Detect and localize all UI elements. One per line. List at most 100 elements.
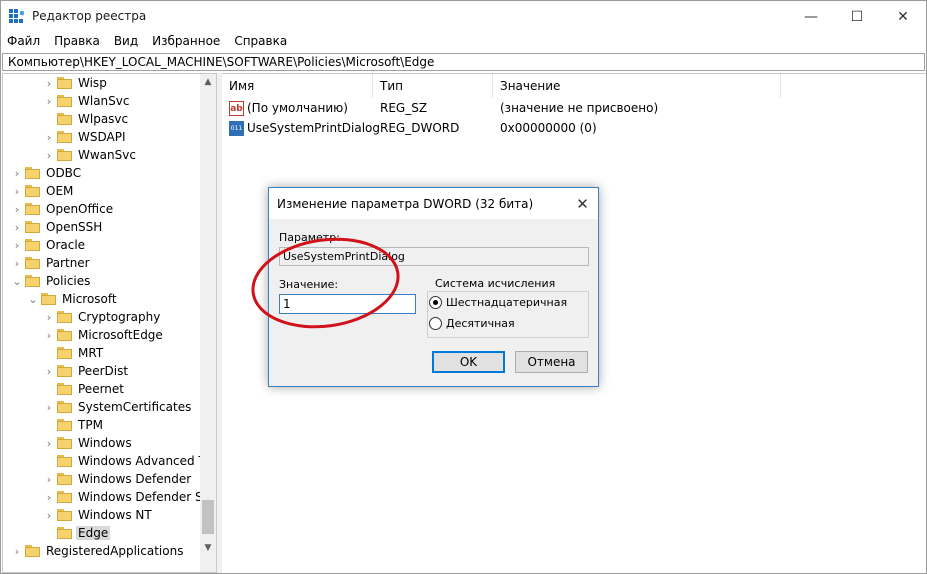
menu-favorites[interactable]: Избранное — [145, 32, 227, 52]
column-header-value[interactable]: Значение — [493, 74, 781, 98]
cancel-button[interactable]: Отмена — [515, 351, 588, 373]
chevron-right-icon[interactable]: › — [43, 470, 55, 488]
tree-item[interactable]: Wlpasvc — [43, 110, 130, 128]
chevron-right-icon[interactable]: › — [11, 542, 23, 560]
chevron-right-icon[interactable]: › — [43, 92, 55, 110]
tree-item[interactable]: ⌄ Microsoft — [27, 290, 119, 308]
tree-item-label: RegisteredApplications — [46, 544, 184, 558]
column-header-name[interactable]: Имя — [222, 74, 373, 98]
chevron-right-icon[interactable]: › — [11, 254, 23, 272]
value-name: UseSystemPrintDialog — [247, 121, 380, 135]
radio-decimal[interactable]: Десятичная — [429, 317, 515, 330]
value-data-input[interactable] — [279, 294, 416, 314]
chevron-right-icon[interactable]: › — [43, 488, 55, 506]
menu-file[interactable]: Файл — [1, 32, 47, 52]
chevron-right-icon[interactable]: › — [43, 128, 55, 146]
tree-item[interactable]: › ODBC — [11, 164, 83, 182]
list-item[interactable]: 011 UseSystemPrintDialog REG_DWORD 0x000… — [222, 119, 922, 139]
tree-item[interactable]: › Windows Defender — [43, 470, 193, 488]
chevron-right-icon[interactable]: › — [11, 218, 23, 236]
chevron-right-icon[interactable]: › — [43, 74, 55, 92]
folder-icon — [41, 293, 56, 305]
folder-icon — [25, 257, 40, 269]
menu-view[interactable]: Вид — [107, 32, 145, 52]
tree-item[interactable]: › OEM — [11, 182, 75, 200]
folder-icon — [57, 365, 72, 377]
chevron-right-icon[interactable]: › — [11, 182, 23, 200]
dialog-title-bar: Изменение параметра DWORD (32 бита) ✕ — [269, 188, 598, 219]
chevron-right-icon[interactable]: › — [43, 434, 55, 452]
chevron-right-icon[interactable]: › — [43, 506, 55, 524]
value-name: (По умолчанию) — [247, 101, 348, 115]
tree-item-label: MRT — [78, 346, 104, 360]
tree-item[interactable]: › Oracle — [11, 236, 87, 254]
folder-icon — [57, 149, 72, 161]
chevron-right-icon[interactable]: › — [43, 398, 55, 416]
registry-editor-icon — [9, 9, 24, 23]
tree-item-label: MicrosoftEdge — [78, 328, 163, 342]
tree-item[interactable]: › Partner — [11, 254, 92, 272]
tree-item[interactable]: › OpenOffice — [11, 200, 115, 218]
scroll-up-arrow-icon[interactable]: ▲ — [200, 74, 216, 90]
chevron-right-icon[interactable]: › — [11, 236, 23, 254]
radio-checked-icon[interactable] — [429, 296, 442, 309]
address-bar[interactable]: Компьютер\HKEY_LOCAL_MACHINE\SOFTWARE\Po… — [2, 53, 925, 71]
value-type: REG_SZ — [380, 101, 428, 115]
maximize-button[interactable]: ☐ — [834, 1, 880, 32]
tree-scrollbar[interactable]: ▲ ▼ — [200, 74, 216, 572]
menu-help[interactable]: Справка — [227, 32, 294, 52]
chevron-down-icon[interactable]: ⌄ — [11, 272, 23, 290]
tree-item[interactable]: Edge — [43, 524, 111, 542]
radio-unchecked-icon[interactable] — [429, 317, 442, 330]
tree-item-label: Windows Defender Secu — [78, 490, 217, 504]
base-group-title: Система исчисления — [432, 277, 559, 290]
close-window-button[interactable]: ✕ — [880, 1, 926, 32]
list-item[interactable]: ab (По умолчанию) REG_SZ (значение не пр… — [222, 99, 922, 119]
folder-icon — [57, 473, 72, 485]
tree-item[interactable]: › Windows — [43, 434, 134, 452]
tree-item-label: OpenSSH — [46, 220, 103, 234]
tree-item[interactable]: › WSDAPI — [43, 128, 128, 146]
chevron-down-icon[interactable]: ⌄ — [27, 290, 39, 308]
folder-icon — [57, 77, 72, 89]
folder-icon — [25, 239, 40, 251]
chevron-right-icon[interactable]: › — [43, 146, 55, 164]
tree-item[interactable]: Peernet — [43, 380, 126, 398]
scroll-down-arrow-icon[interactable]: ▼ — [200, 540, 216, 556]
folder-icon — [57, 113, 72, 125]
tree-item[interactable]: › Windows NT — [43, 506, 154, 524]
tree-item-label: OEM — [46, 184, 74, 198]
tree-item[interactable]: › Cryptography — [43, 308, 162, 326]
tree-item[interactable]: › RegisteredApplications — [11, 542, 185, 560]
column-header-type[interactable]: Тип — [373, 74, 493, 98]
chevron-right-icon[interactable]: › — [43, 326, 55, 344]
tree-item[interactable]: › MicrosoftEdge — [43, 326, 165, 344]
dialog-close-button[interactable]: ✕ — [567, 188, 598, 219]
tree-item[interactable]: › WlanSvc — [43, 92, 131, 110]
folder-icon — [57, 95, 72, 107]
radio-hexadecimal[interactable]: Шестнадцатеричная — [429, 296, 567, 309]
tree-item[interactable]: MRT — [43, 344, 105, 362]
tree-item[interactable]: › WwanSvc — [43, 146, 138, 164]
title-bar: Редактор реестра — ☐ ✕ — [1, 1, 926, 32]
maximize-icon: ☐ — [850, 8, 864, 25]
folder-icon — [25, 185, 40, 197]
ok-button[interactable]: OK — [432, 351, 505, 373]
chevron-right-icon[interactable]: › — [11, 200, 23, 218]
tree-item[interactable]: ⌄ Policies — [11, 272, 92, 290]
tree-item[interactable]: TPM — [43, 416, 105, 434]
tree-item[interactable]: › Windows Defender Secu — [43, 488, 217, 506]
tree-item[interactable]: Windows Advanced Thr — [43, 452, 216, 470]
tree-item[interactable]: › PeerDist — [43, 362, 130, 380]
chevron-right-icon[interactable]: › — [43, 362, 55, 380]
minimize-button[interactable]: — — [788, 1, 834, 32]
chevron-right-icon[interactable]: › — [11, 164, 23, 182]
chevron-right-icon[interactable]: › — [43, 308, 55, 326]
dialog-title: Изменение параметра DWORD (32 бита) — [277, 197, 534, 211]
menu-edit[interactable]: Правка — [47, 32, 107, 52]
tree-item[interactable]: › SystemCertificates — [43, 398, 193, 416]
tree-item[interactable]: › Wisp — [43, 74, 109, 92]
tree-item[interactable]: › OpenSSH — [11, 218, 104, 236]
scroll-thumb[interactable] — [202, 500, 214, 534]
